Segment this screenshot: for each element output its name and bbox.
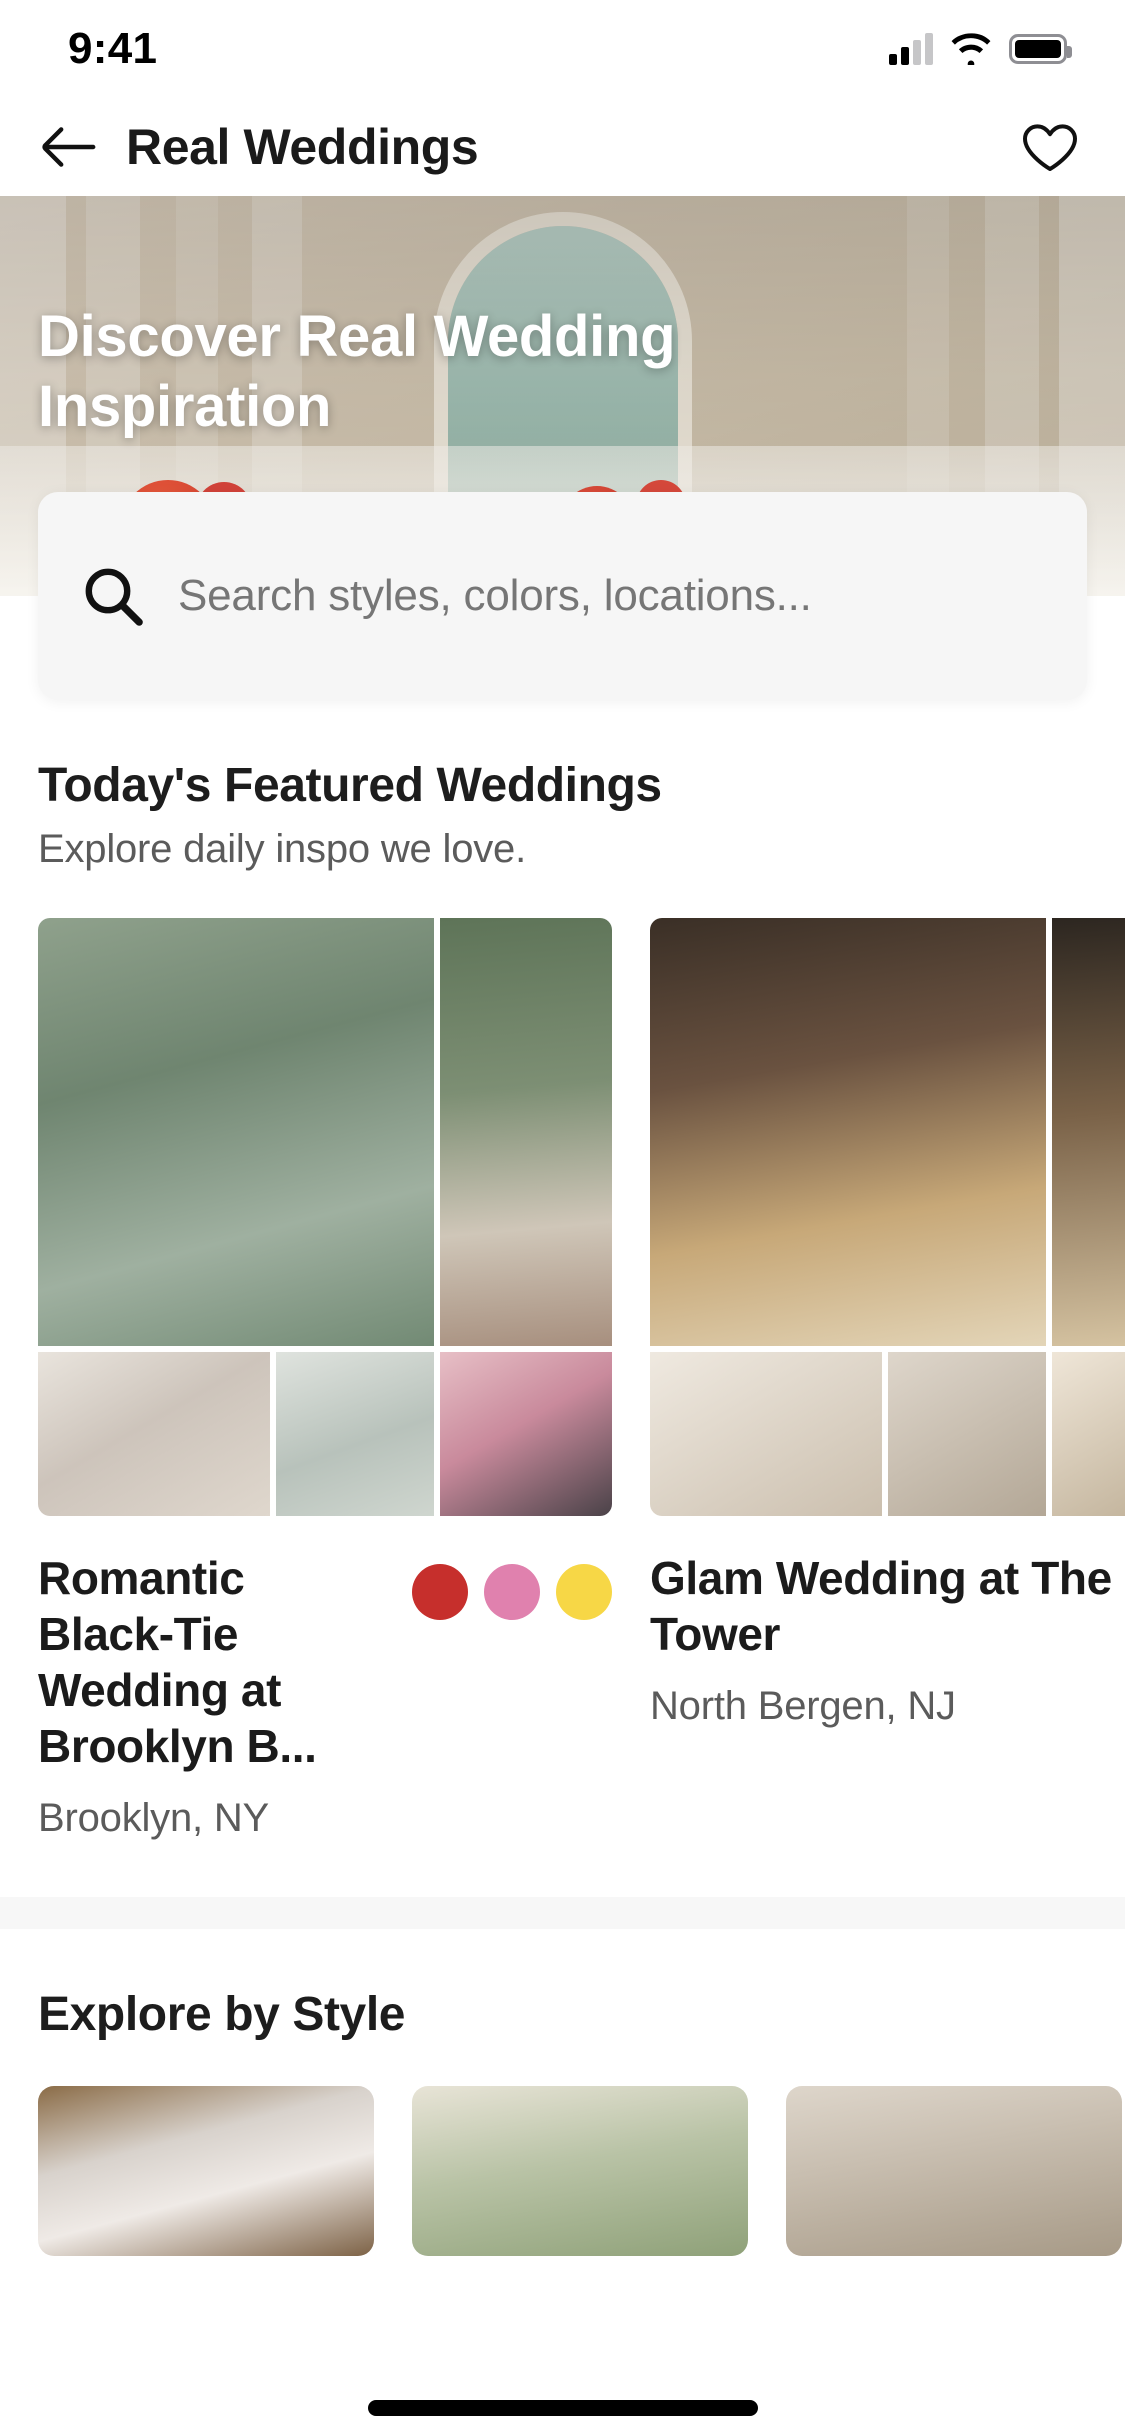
wedding-card-location: North Bergen, NJ <box>650 1684 956 1729</box>
color-palette <box>412 1550 612 1620</box>
section-divider <box>0 1897 1125 1930</box>
color-swatch <box>484 1564 540 1620</box>
collage-photo-couple[interactable] <box>276 1352 434 1516</box>
cellular-signal-icon <box>889 33 933 65</box>
style-card[interactable] <box>412 2086 748 2257</box>
explore-title: Explore by Style <box>38 1988 406 2042</box>
featured-carousel[interactable]: Romantic Black-Tie Wedding at Brooklyn B… <box>0 918 1125 1841</box>
wedding-card[interactable]: Glam Wedding at The Tower North Bergen, … <box>650 918 1125 1841</box>
style-card[interactable] <box>786 2086 1122 2257</box>
featured-subtitle: Explore daily inspo we love. <box>38 827 526 871</box>
search-container: Search styles, colors, locations... <box>0 492 1125 700</box>
collage-photo-reception[interactable] <box>440 1352 612 1516</box>
photo-collage[interactable] <box>38 918 612 1516</box>
search-input[interactable]: Search styles, colors, locations... <box>178 571 812 621</box>
back-arrow-icon[interactable] <box>38 116 100 178</box>
home-indicator <box>367 2400 758 2416</box>
collage-photo-ceremony[interactable] <box>650 1352 882 1516</box>
wedding-card-title: Glam Wedding at The Tower <box>650 1552 1112 1661</box>
status-time: 9:41 <box>68 24 158 73</box>
search-icon <box>85 568 143 626</box>
page-title: Real Weddings <box>126 119 479 175</box>
status-bar: 9:41 <box>0 0 1125 98</box>
navigation-bar: Real Weddings <box>0 98 1125 196</box>
color-swatch <box>412 1564 468 1620</box>
phone-screen: 9:41 Real Weddings Discover Real Wedding… <box>0 0 1125 2436</box>
collage-photo-bride[interactable] <box>440 918 612 1346</box>
search-bar[interactable]: Search styles, colors, locations... <box>38 492 1087 700</box>
wedding-card-location: Brooklyn, NY <box>38 1796 270 1841</box>
collage-photo-main[interactable] <box>38 918 434 1346</box>
color-swatch <box>556 1564 612 1620</box>
featured-title: Today's Featured Weddings <box>38 759 662 812</box>
collage-photo-reception[interactable] <box>1052 1352 1125 1516</box>
collage-photo-main[interactable] <box>650 918 1046 1346</box>
hero-title: Discover Real Wedding Inspiration <box>38 304 676 439</box>
featured-section-header: Today's Featured Weddings Explore daily … <box>0 700 1125 872</box>
collage-photo-bride[interactable] <box>1052 918 1125 1346</box>
battery-icon <box>1009 34 1072 64</box>
wifi-icon <box>951 33 991 65</box>
heart-icon[interactable] <box>1019 116 1081 178</box>
photo-collage[interactable] <box>650 918 1125 1516</box>
collage-photo-couple[interactable] <box>888 1352 1046 1516</box>
style-carousel[interactable] <box>0 2086 1125 2257</box>
status-indicators <box>889 33 1072 65</box>
collage-photo-ceremony[interactable] <box>38 1352 270 1516</box>
style-card[interactable] <box>38 2086 374 2257</box>
wedding-card[interactable]: Romantic Black-Tie Wedding at Brooklyn B… <box>38 918 612 1841</box>
explore-section-header: Explore by Style <box>0 1929 1125 2042</box>
wedding-card-title: Romantic Black-Tie Wedding at Brooklyn B… <box>38 1552 317 1773</box>
